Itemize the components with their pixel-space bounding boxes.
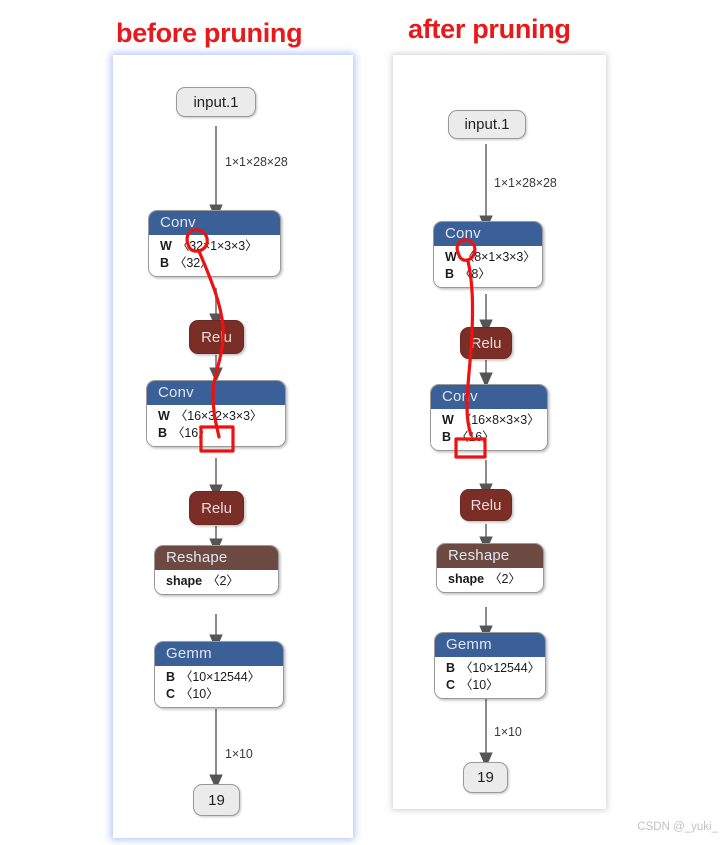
node-conv1-body: W 〈8×1×3×3〉 B 〈8〉 — [434, 246, 542, 287]
node-conv1-header: Conv — [149, 211, 280, 235]
node-reshape-shape-row: shape 〈2〉 — [448, 571, 543, 588]
node-input-label: input.1 — [464, 116, 510, 133]
node-gemm-c-val: 〈10〉 — [460, 678, 499, 692]
node-relu2-label: Relu — [470, 496, 502, 514]
node-conv2-b-key: B — [158, 426, 168, 440]
node-conv1-b-val: 〈8〉 — [459, 267, 491, 281]
node-reshape-shape-val: 〈2〉 — [207, 574, 239, 588]
node-conv1-b-key: B — [160, 256, 170, 270]
node-output-before[interactable]: 19 — [193, 784, 240, 816]
node-reshape-header: Reshape — [437, 544, 543, 568]
node-gemm-after[interactable]: Gemm B 〈10×12544〉 C 〈10〉 — [434, 632, 546, 699]
node-conv1-w-row: W 〈32×1×3×3〉 — [160, 238, 280, 255]
node-reshape-before[interactable]: Reshape shape 〈2〉 — [154, 545, 279, 595]
screenshot-root: before pruning after pruning input.1 1×1… — [0, 0, 727, 845]
node-conv1-body: W 〈32×1×3×3〉 B 〈32〉 — [149, 235, 280, 276]
node-gemm-b-val: 〈10×12544〉 — [180, 670, 260, 684]
node-gemm-header: Gemm — [435, 633, 545, 657]
node-gemm-body: B 〈10×12544〉 C 〈10〉 — [155, 666, 283, 707]
title-before-pruning: before pruning — [116, 18, 303, 48]
node-gemm-body: B 〈10×12544〉 C 〈10〉 — [435, 657, 545, 698]
node-relu1-after[interactable]: Relu — [460, 327, 512, 359]
node-conv2-w-val: 〈16×8×3×3〉 — [458, 413, 540, 427]
node-conv1-w-key: W — [160, 239, 172, 253]
panel-before-pruning: input.1 1×1×28×28 Conv W 〈32×1×3×3〉 B 〈32〉… — [113, 55, 353, 838]
node-relu1-label: Relu — [201, 328, 232, 346]
node-conv2-w-row: W 〈16×32×3×3〉 — [158, 408, 285, 425]
node-output-label: 19 — [477, 769, 494, 786]
node-relu2-before[interactable]: Relu — [189, 491, 244, 525]
node-conv1-w-val: 〈8×1×3×3〉 — [461, 250, 536, 264]
node-input-label: input.1 — [193, 93, 239, 111]
node-conv1-b-key: B — [445, 267, 455, 281]
node-conv2-header: Conv — [147, 381, 285, 405]
node-reshape-header: Reshape — [155, 546, 278, 570]
node-relu1-before[interactable]: Relu — [189, 320, 244, 354]
node-conv1-after[interactable]: Conv W 〈8×1×3×3〉 B 〈8〉 — [433, 221, 543, 288]
node-gemm-c-row: C 〈10〉 — [446, 677, 545, 694]
edge-label-input-conv1-before: 1×1×28×28 — [225, 155, 288, 169]
node-conv1-header: Conv — [434, 222, 542, 246]
node-input-after[interactable]: input.1 — [448, 110, 526, 139]
node-reshape-body: shape 〈2〉 — [437, 568, 543, 592]
node-conv2-before[interactable]: Conv W 〈16×32×3×3〉 B 〈16〉 — [146, 380, 286, 447]
node-reshape-shape-row: shape 〈2〉 — [166, 573, 278, 590]
node-conv2-after[interactable]: Conv W 〈16×8×3×3〉 B 〈16〉 — [430, 384, 548, 451]
node-gemm-b-key: B — [446, 661, 456, 675]
node-conv1-w-row: W 〈8×1×3×3〉 — [445, 249, 542, 266]
node-conv2-w-key: W — [442, 413, 454, 427]
node-gemm-b-row: B 〈10×12544〉 — [446, 660, 545, 677]
node-conv2-w-val: 〈16×32×3×3〉 — [174, 409, 263, 423]
node-conv1-b-row: B 〈32〉 — [160, 255, 280, 272]
node-conv1-w-key: W — [445, 250, 457, 264]
node-output-label: 19 — [208, 791, 225, 809]
node-conv1-b-val: 〈32〉 — [174, 256, 213, 270]
edge-label-gemm-output-before: 1×10 — [225, 747, 253, 761]
panel-after-pruning: input.1 1×1×28×28 Conv W 〈8×1×3×3〉 B 〈8〉 R… — [393, 55, 606, 809]
node-reshape-shape-val: 〈2〉 — [489, 572, 521, 586]
node-conv1-b-row: B 〈8〉 — [445, 266, 542, 283]
node-reshape-shape-key: shape — [166, 574, 203, 588]
node-relu1-label: Relu — [470, 334, 502, 352]
node-output-after[interactable]: 19 — [463, 762, 508, 793]
node-conv2-w-key: W — [158, 409, 170, 423]
node-reshape-after[interactable]: Reshape shape 〈2〉 — [436, 543, 544, 593]
node-relu2-after[interactable]: Relu — [460, 489, 512, 521]
node-reshape-shape-key: shape — [448, 572, 485, 586]
edge-label-input-conv1-after: 1×1×28×28 — [494, 176, 557, 190]
node-conv1-before[interactable]: Conv W 〈32×1×3×3〉 B 〈32〉 — [148, 210, 281, 277]
node-gemm-before[interactable]: Gemm B 〈10×12544〉 C 〈10〉 — [154, 641, 284, 708]
node-conv1-w-val: 〈32×1×3×3〉 — [176, 239, 258, 253]
node-conv2-b-val: 〈16〉 — [172, 426, 211, 440]
node-gemm-c-val: 〈10〉 — [180, 687, 219, 701]
node-conv2-body: W 〈16×32×3×3〉 B 〈16〉 — [147, 405, 285, 446]
node-gemm-header: Gemm — [155, 642, 283, 666]
node-conv2-b-val: 〈16〉 — [456, 430, 495, 444]
node-relu2-label: Relu — [201, 499, 232, 517]
node-conv2-b-row: B 〈16〉 — [158, 425, 285, 442]
watermark-csdn: CSDN @_yuki_ — [637, 821, 718, 833]
node-conv2-b-key: B — [442, 430, 452, 444]
node-gemm-b-row: B 〈10×12544〉 — [166, 669, 283, 686]
node-reshape-body: shape 〈2〉 — [155, 570, 278, 594]
node-conv2-body: W 〈16×8×3×3〉 B 〈16〉 — [431, 409, 547, 450]
node-conv2-b-row: B 〈16〉 — [442, 429, 547, 446]
node-input-before[interactable]: input.1 — [176, 87, 256, 117]
title-after-pruning: after pruning — [408, 14, 571, 44]
edge-label-gemm-output-after: 1×10 — [494, 725, 522, 739]
node-gemm-c-key: C — [446, 678, 456, 692]
node-gemm-c-key: C — [166, 687, 176, 701]
node-gemm-b-key: B — [166, 670, 176, 684]
node-gemm-c-row: C 〈10〉 — [166, 686, 283, 703]
node-gemm-b-val: 〈10×12544〉 — [460, 661, 540, 675]
node-conv2-w-row: W 〈16×8×3×3〉 — [442, 412, 547, 429]
node-conv2-header: Conv — [431, 385, 547, 409]
